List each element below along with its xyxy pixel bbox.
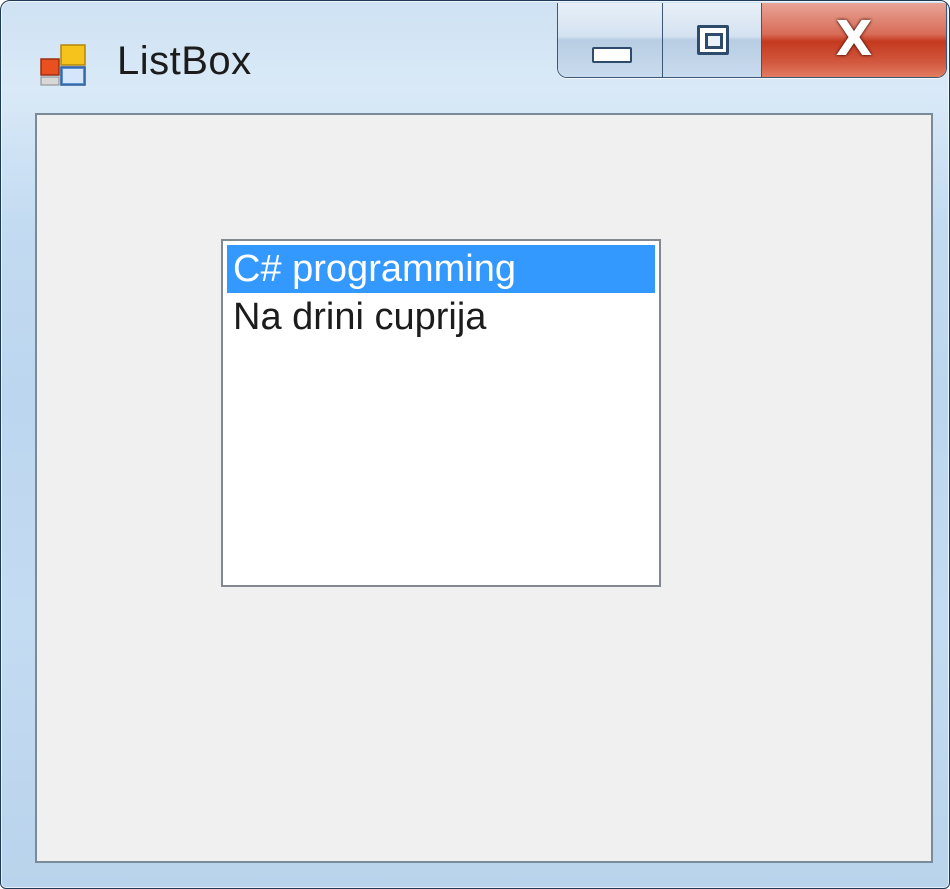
application-window: ListBox X C# programming Na drini cuprij… [0, 0, 950, 889]
window-title: ListBox [117, 39, 252, 83]
close-icon: X [835, 11, 873, 67]
app-icon [40, 44, 86, 86]
list-item[interactable]: C# programming [227, 245, 655, 293]
maximize-icon [697, 25, 729, 55]
close-button[interactable]: X [762, 3, 946, 77]
list-item[interactable]: Na drini cuprija [227, 293, 655, 341]
minimize-button[interactable] [558, 3, 663, 77]
title-bar[interactable]: ListBox X [1, 1, 949, 113]
maximize-button[interactable] [663, 3, 762, 77]
minimize-icon [592, 47, 632, 63]
caption-buttons: X [557, 3, 947, 78]
client-area: C# programming Na drini cuprija [35, 113, 933, 863]
listbox[interactable]: C# programming Na drini cuprija [221, 239, 661, 587]
